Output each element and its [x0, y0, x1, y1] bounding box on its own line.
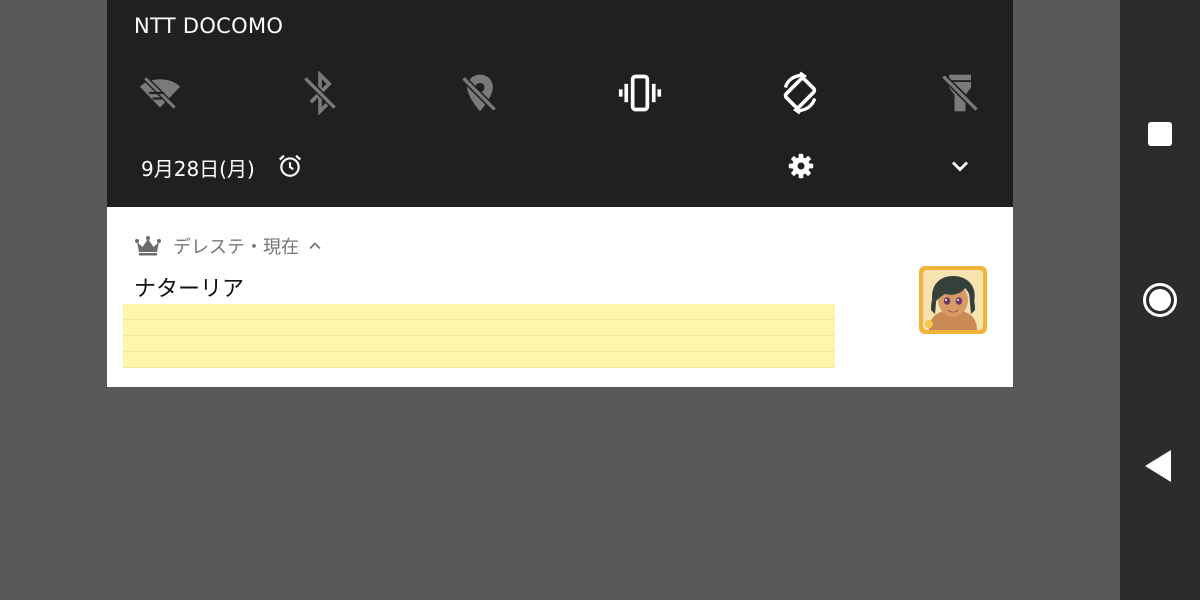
- wifi-off-icon: [139, 76, 181, 110]
- date-row: 9月28日(月): [107, 145, 1013, 189]
- auto-rotate-icon: [783, 71, 817, 115]
- vibrate-tile[interactable]: [617, 70, 663, 116]
- wifi-tile[interactable]: [137, 70, 183, 116]
- flashlight-tile[interactable]: [937, 70, 983, 116]
- auto-rotate-tile[interactable]: [777, 70, 823, 116]
- notification-header: デレステ・現在: [135, 233, 323, 259]
- recents-button[interactable]: [1120, 104, 1200, 164]
- home-button[interactable]: [1120, 270, 1200, 330]
- back-button[interactable]: [1120, 436, 1200, 496]
- bluetooth-tile[interactable]: [297, 70, 343, 116]
- location-tile[interactable]: [457, 70, 503, 116]
- carrier-label: NTT DOCOMO: [134, 14, 284, 38]
- flashlight-off-icon: [941, 74, 979, 112]
- crown-icon: [135, 236, 161, 256]
- vibrate-icon: [618, 74, 662, 112]
- notification-title: ナターリア: [134, 277, 245, 302]
- navigation-bar: [1120, 0, 1200, 600]
- character-portrait-image: [923, 270, 983, 330]
- notification-body-highlight: [123, 304, 835, 368]
- collapse-chevron-icon[interactable]: [307, 238, 323, 254]
- bluetooth-off-icon: [303, 71, 337, 115]
- recents-square-icon: [1148, 122, 1172, 146]
- home-circle-icon: [1143, 283, 1177, 317]
- quick-settings-panel: NTT DOCOMO 9月28日(月): [107, 0, 1013, 207]
- settings-gear-icon[interactable]: [787, 152, 815, 180]
- alarm-clock-icon[interactable]: [277, 153, 303, 179]
- date-label[interactable]: 9月28日(月): [141, 153, 255, 182]
- quick-tiles-row: [107, 70, 1013, 116]
- location-off-icon: [461, 74, 497, 112]
- expand-chevron-icon[interactable]: [946, 152, 974, 180]
- notification-card[interactable]: デレステ・現在 ナターリア: [107, 207, 1013, 387]
- notification-app-name: デレステ・現在: [173, 237, 299, 258]
- character-avatar: [919, 266, 987, 334]
- back-triangle-icon: [1145, 450, 1171, 482]
